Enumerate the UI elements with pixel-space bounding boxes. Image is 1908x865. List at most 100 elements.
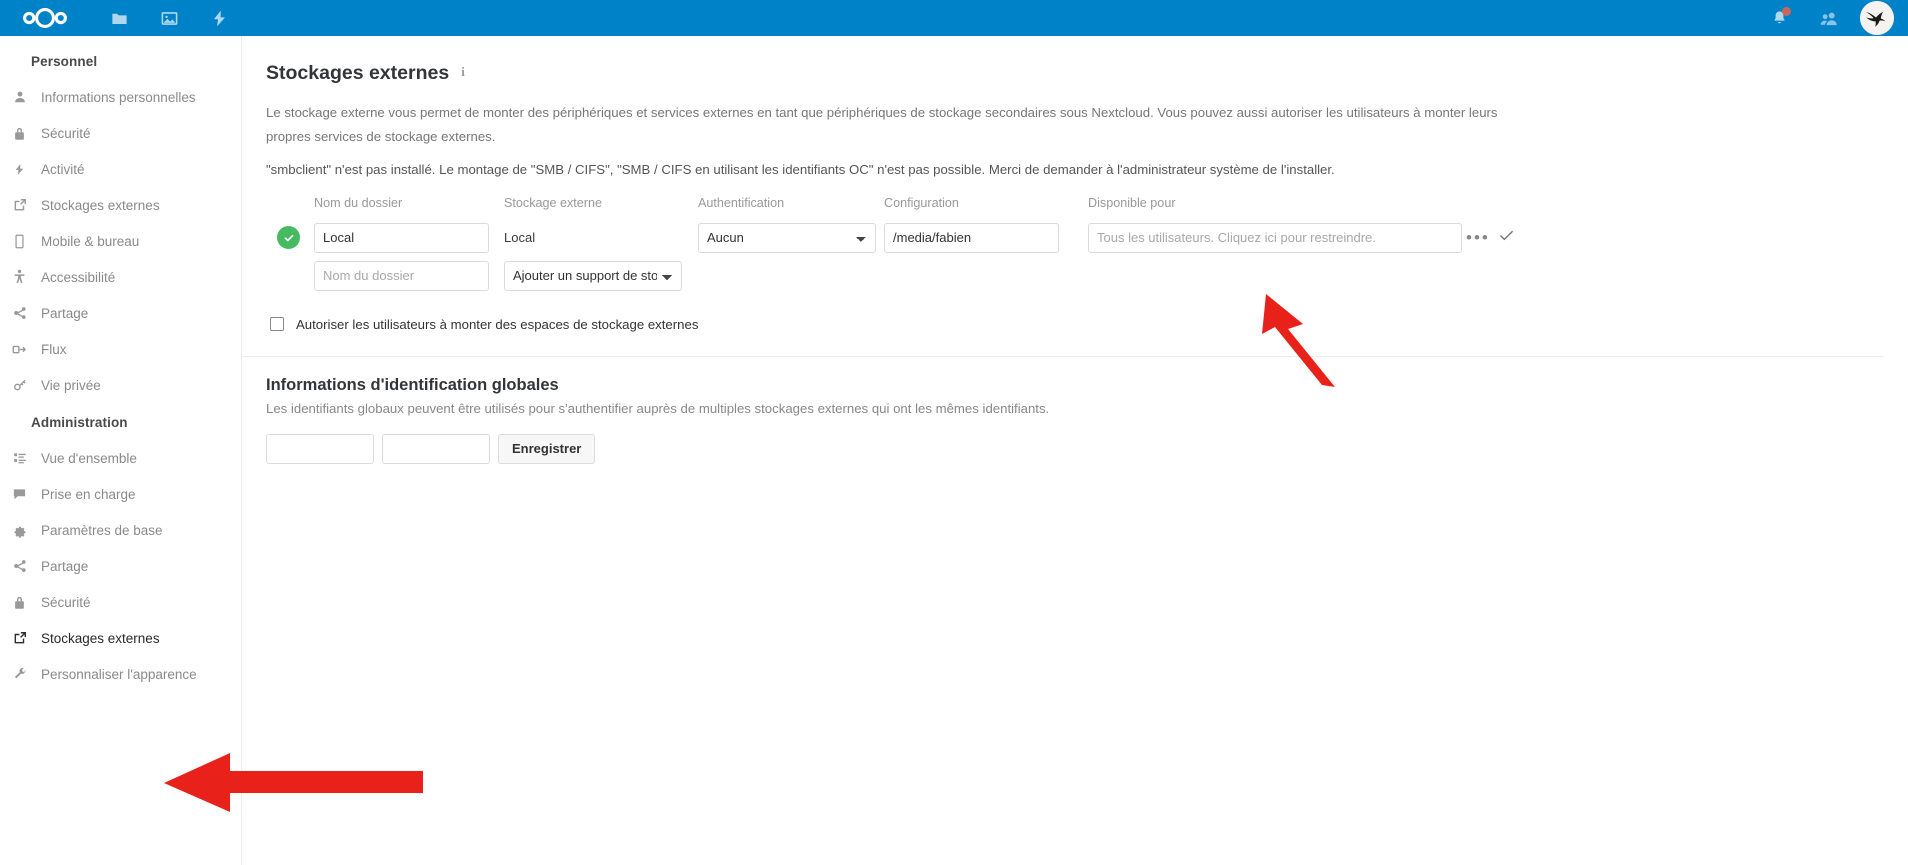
sidebar-item-securite-admin[interactable]: Sécurité: [0, 584, 241, 620]
sidebar-item-label: Mobile & bureau: [41, 233, 140, 249]
column-configuration: Configuration: [884, 195, 959, 210]
share-icon: [8, 306, 31, 320]
available-for-input[interactable]: [1088, 222, 1462, 253]
column-status: [266, 196, 314, 219]
new-row-backend-cell: Ajouter un support de stockage: [504, 257, 884, 295]
photos-app-icon[interactable]: [144, 0, 194, 36]
nextcloud-logo[interactable]: [14, 7, 76, 29]
wrench-icon: [8, 667, 31, 681]
accessibility-icon: [8, 269, 31, 285]
column-save: [1498, 196, 1528, 219]
activity-app-icon[interactable]: [194, 0, 244, 36]
authentication-select[interactable]: Aucun: [698, 222, 876, 253]
allow-user-mounts-checkbox[interactable]: [270, 317, 284, 331]
gear-icon: [8, 523, 31, 538]
app-navigation-icons: [94, 0, 244, 36]
sidebar-item-label: Flux: [41, 341, 67, 357]
new-row-available-for-cell: [1088, 257, 1462, 295]
row-authentication-cell: Aucun: [698, 219, 884, 257]
page-title: Stockages externes i: [266, 62, 1884, 85]
header-right-controls: [1754, 0, 1908, 36]
sidebar-item-partage-personal[interactable]: Partage: [0, 295, 241, 331]
table-header-row: Nom du dossier Stockage externe Authenti…: [266, 196, 1528, 219]
allow-user-mounts-row[interactable]: Autoriser les utilisateurs à monter des …: [270, 317, 1884, 332]
new-row-configuration-cell: [884, 257, 1088, 295]
sidebar-item-label: Paramètres de base: [41, 522, 163, 538]
save-credentials-button[interactable]: Enregistrer: [498, 433, 596, 464]
sidebar-item-accessibilite[interactable]: Accessibilité: [0, 259, 241, 295]
page-title-text: Stockages externes: [266, 62, 450, 84]
new-row-actions-cell: [1462, 257, 1498, 295]
row-folder-name-cell: [314, 219, 504, 257]
add-storage-backend-select[interactable]: Ajouter un support de stockage: [504, 260, 682, 291]
sidebar-item-informations-personnelles[interactable]: Informations personnelles: [0, 79, 241, 115]
sidebar-item-stockages-externes-personal[interactable]: Stockages externes: [0, 187, 241, 223]
table-row: Local Aucun •••: [266, 219, 1528, 257]
main-content: Stockages externes i Le stockage externe…: [242, 36, 1908, 865]
external-link-icon: [8, 198, 31, 212]
save-row-check-icon[interactable]: [1498, 230, 1515, 248]
sidebar-item-label: Vue d'ensemble: [41, 450, 137, 466]
sidebar-section-administration: Administration: [31, 415, 128, 430]
sidebar-item-stockages-externes[interactable]: Stockages externes: [0, 620, 241, 656]
top-header-bar: [0, 0, 1908, 36]
column-actions: [1462, 196, 1498, 219]
smbclient-warning: "smbclient" n'est pas installé. Le monta…: [266, 162, 1335, 177]
global-credentials-description: Les identifiants globaux peuvent être ut…: [266, 400, 1050, 416]
lock-icon: [8, 126, 31, 141]
row-available-for-cell: [1088, 219, 1462, 257]
lock-icon: [8, 595, 31, 610]
sidebar-item-label: Stockages externes: [41, 630, 160, 646]
files-app-icon[interactable]: [94, 0, 144, 36]
notifications-bell-icon[interactable]: [1754, 0, 1804, 36]
global-credentials-form: Enregistrer: [266, 433, 1884, 464]
sidebar-item-securite[interactable]: Sécurité: [0, 115, 241, 151]
sidebar-item-partage-admin[interactable]: Partage: [0, 548, 241, 584]
status-ok-icon: [277, 226, 300, 249]
sidebar-item-flux[interactable]: Flux: [0, 331, 241, 367]
external-storage-description: Le stockage externe vous permet de monte…: [266, 105, 1498, 144]
user-icon: [8, 90, 31, 104]
sidebar-item-label: Sécurité: [41, 125, 91, 141]
folder-name-input[interactable]: [314, 222, 489, 253]
row-save-cell: [1498, 219, 1528, 257]
sidebar-item-mobile-bureau[interactable]: Mobile & bureau: [0, 223, 241, 259]
sidebar-item-label: Activité: [41, 161, 85, 177]
sidebar-item-label: Personnaliser l'apparence: [41, 666, 197, 682]
sidebar-item-personnaliser-lapparence[interactable]: Personnaliser l'apparence: [0, 656, 241, 692]
new-row-save-cell: [1498, 257, 1528, 295]
global-password-input[interactable]: [382, 433, 490, 464]
sidebar-item-label: Vie privée: [41, 377, 101, 393]
sidebar-item-label: Partage: [41, 305, 89, 321]
global-credentials-title: Informations d'identification globales: [266, 375, 559, 394]
configuration-input[interactable]: [884, 222, 1059, 253]
speech-bubble-icon: [8, 487, 31, 501]
info-icon[interactable]: i: [461, 64, 465, 83]
table-new-row: Ajouter un support de stockage: [266, 257, 1528, 295]
list-icon: [8, 451, 31, 465]
column-available-for: Disponible pour: [1088, 195, 1176, 210]
contacts-icon[interactable]: [1804, 0, 1854, 36]
sidebar-item-label: Informations personnelles: [41, 89, 196, 105]
row-menu-icon[interactable]: •••: [1462, 228, 1490, 247]
sidebar-item-vue-densemble[interactable]: Vue d'ensemble: [0, 440, 241, 476]
external-link-icon: [8, 631, 31, 645]
sidebar-item-label: Stockages externes: [41, 197, 160, 213]
avatar[interactable]: [1860, 1, 1894, 35]
sidebar-section-personal: Personnel: [31, 54, 98, 69]
allow-user-mounts-label: Autoriser les utilisateurs à monter des …: [296, 316, 699, 332]
sidebar-item-label: Sécurité: [41, 594, 91, 610]
feed-icon: [8, 343, 31, 356]
settings-sidebar: Personnel Informations personnelles Sécu…: [0, 36, 242, 865]
row-status-cell: [266, 219, 314, 257]
sidebar-item-activite[interactable]: Activité: [0, 151, 241, 187]
sidebar-item-prise-en-charge[interactable]: Prise en charge: [0, 476, 241, 512]
column-external-storage: Stockage externe: [504, 195, 603, 210]
new-folder-name-input[interactable]: [314, 260, 489, 291]
row-actions-cell: •••: [1462, 219, 1498, 257]
sidebar-item-vie-privee[interactable]: Vie privée: [0, 367, 241, 403]
new-row-status-cell: [266, 257, 314, 295]
global-username-input[interactable]: [266, 433, 374, 464]
key-icon: [8, 378, 31, 392]
sidebar-item-parametres-de-base[interactable]: Paramètres de base: [0, 512, 241, 548]
